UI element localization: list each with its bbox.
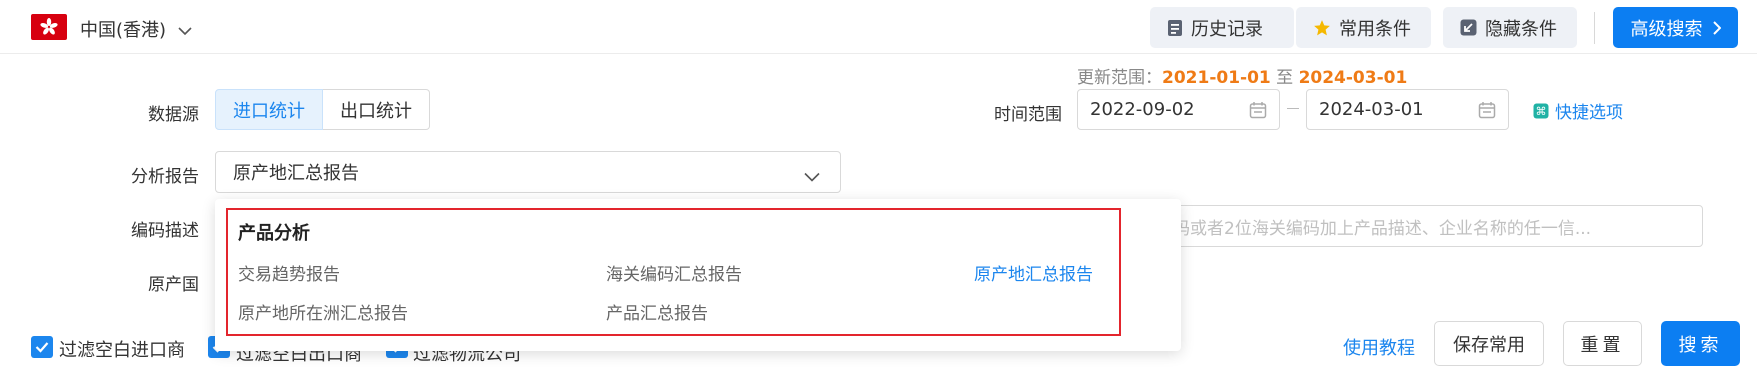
report-select-value: 原产地汇总报告 [233, 163, 359, 184]
filter-blank-importer-label[interactable]: 过滤空白进口商 [59, 336, 185, 362]
dropdown-option[interactable]: 海关编码汇总报告 [606, 260, 742, 285]
common-conditions-label: 常用条件 [1339, 18, 1411, 40]
dropdown-group-title: 产品分析 [238, 223, 310, 244]
code-description-input[interactable]: 上海关编码或者2位海关编码加上产品描述、企业名称的任一信... [1090, 205, 1703, 247]
star-icon [1313, 19, 1331, 37]
time-range-label: 时间范围 [994, 105, 1062, 125]
reset-button[interactable]: 重置 [1563, 321, 1642, 366]
datasource-label: 数据源 [148, 105, 199, 125]
dropdown-option[interactable]: 产品汇总报告 [606, 299, 708, 324]
quick-options-link[interactable]: ⌘ 快捷选项 [1533, 98, 1623, 123]
start-date-value: 2022-09-02 [1090, 99, 1195, 120]
common-conditions-button[interactable]: 常用条件 [1296, 7, 1431, 48]
top-bar: 中国(香港) 历史记录 常用条件 隐藏条件 高级搜索 [0, 0, 1757, 54]
filter-blank-importer-checkbox[interactable] [31, 336, 53, 358]
datasource-option-export[interactable]: 出口统计 [323, 89, 430, 130]
dropdown-option[interactable]: 交易趋势报告 [238, 260, 340, 285]
update-range-start: 2021-01-01 [1162, 68, 1271, 88]
update-range: 更新范围：2021-01-01 至 2024-03-01 [1077, 63, 1407, 88]
chevron-down-icon [804, 166, 820, 187]
search-button[interactable]: 搜索 [1661, 321, 1740, 366]
calendar-icon [1478, 101, 1496, 124]
advanced-search-label: 高级搜索 [1630, 18, 1703, 40]
hide-conditions-button[interactable]: 隐藏条件 [1443, 7, 1577, 48]
update-range-to: 至 [1276, 68, 1294, 88]
update-range-end: 2024-03-01 [1298, 68, 1408, 88]
chevron-down-icon[interactable] [178, 21, 192, 41]
advanced-search-button[interactable]: 高级搜索 [1613, 7, 1738, 48]
save-common-button[interactable]: 保存常用 [1434, 321, 1544, 366]
hong-kong-flag-icon[interactable] [31, 14, 67, 40]
datasource-option-import[interactable]: 进口统计 [215, 89, 323, 130]
hide-conditions-label: 隐藏条件 [1485, 18, 1557, 40]
date-range-separator [1287, 108, 1299, 109]
chevron-right-icon [1712, 20, 1721, 35]
command-icon: ⌘ [1533, 103, 1549, 119]
history-icon [1167, 19, 1183, 37]
end-date-input[interactable]: 2024-03-01 [1306, 89, 1509, 130]
region-selector[interactable]: 中国(香港) [80, 16, 166, 42]
quick-options-label: 快捷选项 [1555, 103, 1623, 123]
svg-text:⌘: ⌘ [1536, 105, 1547, 118]
report-label: 分析报告 [131, 167, 199, 187]
history-button[interactable]: 历史记录 [1150, 7, 1294, 48]
dropdown-option-selected[interactable]: 原产地汇总报告 [974, 260, 1093, 285]
calendar-icon [1249, 101, 1267, 124]
code-label: 编码描述 [131, 221, 199, 241]
update-range-prefix: 更新范围： [1077, 68, 1162, 88]
start-date-input[interactable]: 2022-09-02 [1077, 89, 1280, 130]
collapse-icon [1460, 19, 1477, 36]
dropdown-option[interactable]: 原产地所在洲汇总报告 [238, 299, 408, 324]
datasource-toggle: 进口统计 出口统计 [215, 89, 430, 130]
origin-label: 原产国 [148, 275, 199, 295]
report-select[interactable]: 原产地汇总报告 [215, 151, 841, 193]
end-date-value: 2024-03-01 [1319, 99, 1424, 120]
tutorial-link[interactable]: 使用教程 [1343, 334, 1415, 360]
toolbar-divider [1594, 12, 1595, 44]
history-label: 历史记录 [1191, 18, 1263, 40]
